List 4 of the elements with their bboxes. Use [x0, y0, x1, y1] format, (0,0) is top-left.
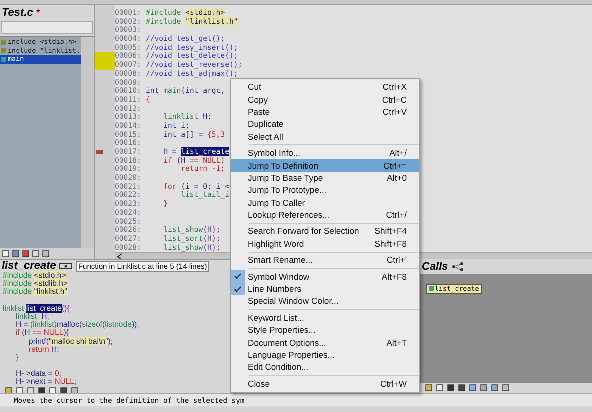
file-title: Test.c [2, 7, 34, 19]
context-title: list_create [2, 260, 56, 272]
modified-mark: * [36, 8, 40, 18]
calls-title: Calls [422, 260, 448, 272]
